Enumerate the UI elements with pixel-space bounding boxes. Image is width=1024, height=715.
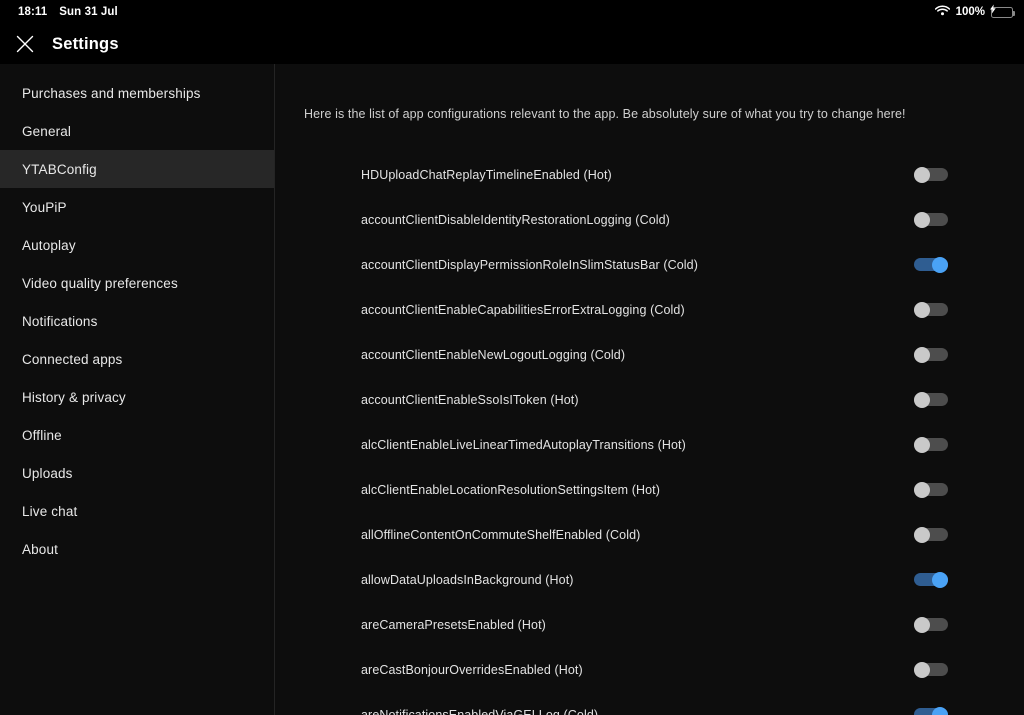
toggle-thumb bbox=[914, 482, 930, 498]
sidebar-item-connected-apps[interactable]: Connected apps bbox=[0, 340, 274, 378]
status-date: Sun 31 Jul bbox=[59, 6, 118, 18]
sidebar-item-label: General bbox=[22, 123, 72, 139]
sidebar-item-offline[interactable]: Offline bbox=[0, 416, 274, 454]
config-label: HDUploadChatReplayTimelineEnabled (Hot) bbox=[361, 167, 612, 182]
settings-content: Here is the list of app configurations r… bbox=[275, 64, 1024, 715]
config-toggle[interactable] bbox=[914, 617, 948, 633]
config-toggle[interactable] bbox=[914, 527, 948, 543]
config-toggle[interactable] bbox=[914, 347, 948, 363]
toggle-thumb bbox=[914, 212, 930, 228]
status-bar-left: 18:11 Sun 31 Jul bbox=[18, 6, 118, 18]
config-toggle[interactable] bbox=[914, 302, 948, 318]
status-bar: 18:11 Sun 31 Jul 100% bbox=[0, 0, 1024, 24]
sidebar-item-label: Video quality preferences bbox=[22, 275, 178, 291]
settings-body: Purchases and memberships General YTABConf… bbox=[0, 64, 1024, 715]
toggle-thumb bbox=[914, 437, 930, 453]
sidebar-item-label: About bbox=[22, 541, 59, 557]
config-row[interactable]: accountClientEnableCapabilitiesErrorExtr… bbox=[275, 287, 1024, 332]
sidebar-item-label: Autoplay bbox=[22, 237, 76, 253]
close-icon bbox=[16, 35, 34, 53]
settings-sidebar: Purchases and memberships General YTABConf… bbox=[0, 64, 275, 715]
toggle-thumb bbox=[914, 167, 930, 183]
config-row[interactable]: areNotificationsEnabledViaGELLog (Cold) bbox=[275, 692, 1024, 715]
toggle-thumb bbox=[914, 617, 930, 633]
toggle-thumb bbox=[932, 572, 948, 588]
sidebar-item-label: YouPiP bbox=[22, 199, 67, 215]
sidebar-item-live-chat[interactable]: Live chat bbox=[0, 492, 274, 530]
sidebar-item-label: Purchases and memberships bbox=[22, 85, 201, 101]
sidebar-item-label: Offline bbox=[22, 427, 62, 443]
config-row[interactable]: areCameraPresetsEnabled (Hot) bbox=[275, 602, 1024, 647]
config-row[interactable]: accountClientDisableIdentityRestorationL… bbox=[275, 197, 1024, 242]
config-toggle[interactable] bbox=[914, 167, 948, 183]
sidebar-item-ytabconfig[interactable]: YTABConfig bbox=[0, 150, 274, 188]
config-row[interactable]: allowDataUploadsInBackground (Hot) bbox=[275, 557, 1024, 602]
config-row[interactable]: accountClientDisplayPermissionRoleInSlim… bbox=[275, 242, 1024, 287]
toggle-thumb bbox=[914, 392, 930, 408]
config-label: accountClientDisableIdentityRestorationL… bbox=[361, 212, 670, 227]
sidebar-item-about[interactable]: About bbox=[0, 530, 274, 568]
toggle-thumb bbox=[932, 707, 948, 715]
config-toggle[interactable] bbox=[914, 707, 948, 715]
config-row[interactable]: alcClientEnableLiveLinearTimedAutoplayTr… bbox=[275, 422, 1024, 467]
sidebar-item-label: YTABConfig bbox=[22, 161, 97, 177]
toggle-thumb bbox=[914, 527, 930, 543]
config-toggle[interactable] bbox=[914, 437, 948, 453]
sidebar-item-label: Uploads bbox=[22, 465, 73, 481]
config-label: alcClientEnableLiveLinearTimedAutoplayTr… bbox=[361, 437, 686, 452]
config-row[interactable]: alcClientEnableLocationResolutionSetting… bbox=[275, 467, 1024, 512]
app-header: Settings bbox=[0, 24, 1024, 64]
close-button[interactable] bbox=[10, 29, 40, 59]
config-label: accountClientDisplayPermissionRoleInSlim… bbox=[361, 257, 698, 272]
sidebar-item-label: Notifications bbox=[22, 313, 98, 329]
config-label: accountClientEnableCapabilitiesErrorExtr… bbox=[361, 302, 685, 317]
config-label: alcClientEnableLocationResolutionSetting… bbox=[361, 482, 661, 497]
config-label: allowDataUploadsInBackground (Hot) bbox=[361, 572, 574, 587]
config-label: accountClientEnableSsoIsIToken (Hot) bbox=[361, 392, 579, 407]
content-intro-text: Here is the list of app configurations r… bbox=[304, 107, 906, 121]
config-label: allOfflineContentOnCommuteShelfEnabled (… bbox=[361, 527, 641, 542]
sidebar-item-autoplay[interactable]: Autoplay bbox=[0, 226, 274, 264]
config-row[interactable]: accountClientEnableNewLogoutLogging (Col… bbox=[275, 332, 1024, 377]
toggle-thumb bbox=[914, 662, 930, 678]
config-list: HDUploadChatReplayTimelineEnabled (Hot) a… bbox=[275, 152, 1024, 715]
toggle-thumb bbox=[914, 347, 930, 363]
config-toggle[interactable] bbox=[914, 257, 948, 273]
config-label: areCastBonjourOverridesEnabled (Hot) bbox=[361, 662, 583, 677]
config-toggle[interactable] bbox=[914, 482, 948, 498]
sidebar-item-label: History & privacy bbox=[22, 389, 126, 405]
sidebar-item-general[interactable]: General bbox=[0, 112, 274, 150]
sidebar-item-purchases-and-memberships[interactable]: Purchases and memberships bbox=[0, 74, 274, 112]
toggle-thumb bbox=[914, 302, 930, 318]
sidebar-item-youpip[interactable]: YouPiP bbox=[0, 188, 274, 226]
config-row[interactable]: accountClientEnableSsoIsIToken (Hot) bbox=[275, 377, 1024, 422]
status-bar-right: 100% bbox=[934, 4, 1015, 19]
sidebar-item-label: Live chat bbox=[22, 503, 78, 519]
battery-percent: 100% bbox=[955, 6, 985, 18]
config-row[interactable]: allOfflineContentOnCommuteShelfEnabled (… bbox=[275, 512, 1024, 557]
toggle-thumb bbox=[932, 257, 948, 273]
config-row[interactable]: areCastBonjourOverridesEnabled (Hot) bbox=[275, 647, 1024, 692]
config-label: areCameraPresetsEnabled (Hot) bbox=[361, 617, 546, 632]
sidebar-item-video-quality-preferences[interactable]: Video quality preferences bbox=[0, 264, 274, 302]
settings-screen: 18:11 Sun 31 Jul 100% Settings Purchases… bbox=[0, 0, 1024, 715]
config-toggle[interactable] bbox=[914, 662, 948, 678]
config-toggle[interactable] bbox=[914, 212, 948, 228]
sidebar-item-label: Connected apps bbox=[22, 351, 123, 367]
status-time: 18:11 bbox=[18, 6, 48, 18]
sidebar-item-uploads[interactable]: Uploads bbox=[0, 454, 274, 492]
config-toggle[interactable] bbox=[914, 572, 948, 588]
config-label: accountClientEnableNewLogoutLogging (Col… bbox=[361, 347, 626, 362]
config-label: areNotificationsEnabledViaGELLog (Cold) bbox=[361, 707, 599, 715]
page-title: Settings bbox=[52, 34, 119, 53]
wifi-icon bbox=[934, 5, 950, 19]
sidebar-item-history-privacy[interactable]: History & privacy bbox=[0, 378, 274, 416]
config-toggle[interactable] bbox=[914, 392, 948, 408]
config-row[interactable]: HDUploadChatReplayTimelineEnabled (Hot) bbox=[275, 152, 1024, 197]
sidebar-item-notifications[interactable]: Notifications bbox=[0, 302, 274, 340]
battery-charging-icon bbox=[990, 4, 1015, 18]
